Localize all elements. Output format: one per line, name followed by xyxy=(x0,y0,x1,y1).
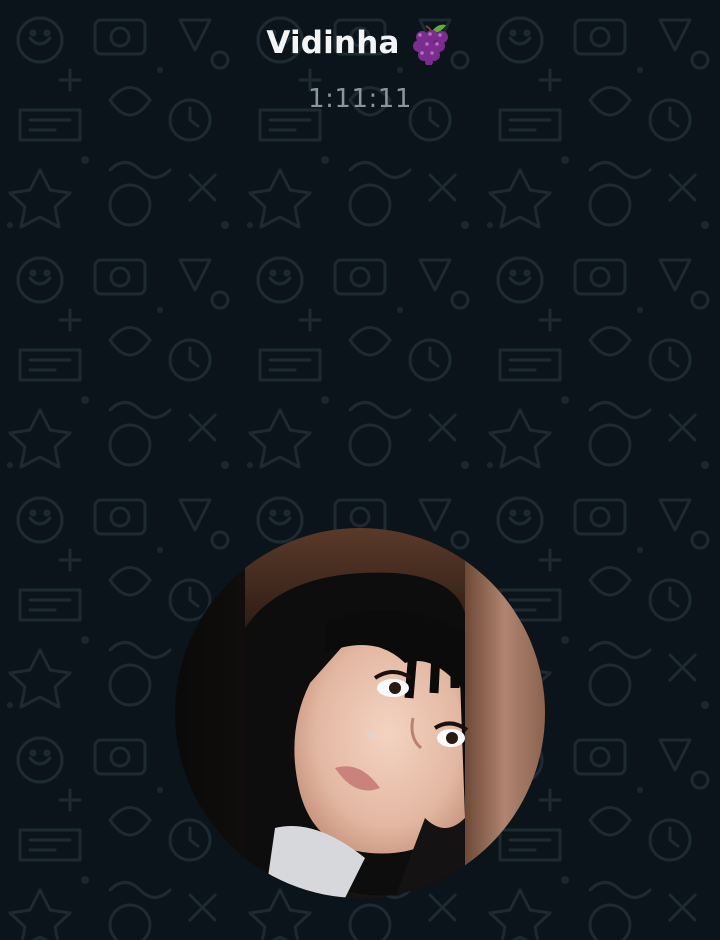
grape-emoji-icon xyxy=(412,24,448,65)
contact-photo xyxy=(175,528,545,898)
video-call-screen: Vidinha 1:11:11 xyxy=(0,0,720,940)
contact-avatar[interactable] xyxy=(175,528,545,898)
contact-name: Vidinha xyxy=(266,25,400,61)
contact-title-row: Vidinha xyxy=(266,18,453,68)
call-header: Vidinha 1:11:11 xyxy=(0,18,720,114)
call-timer: 1:11:11 xyxy=(308,84,412,114)
